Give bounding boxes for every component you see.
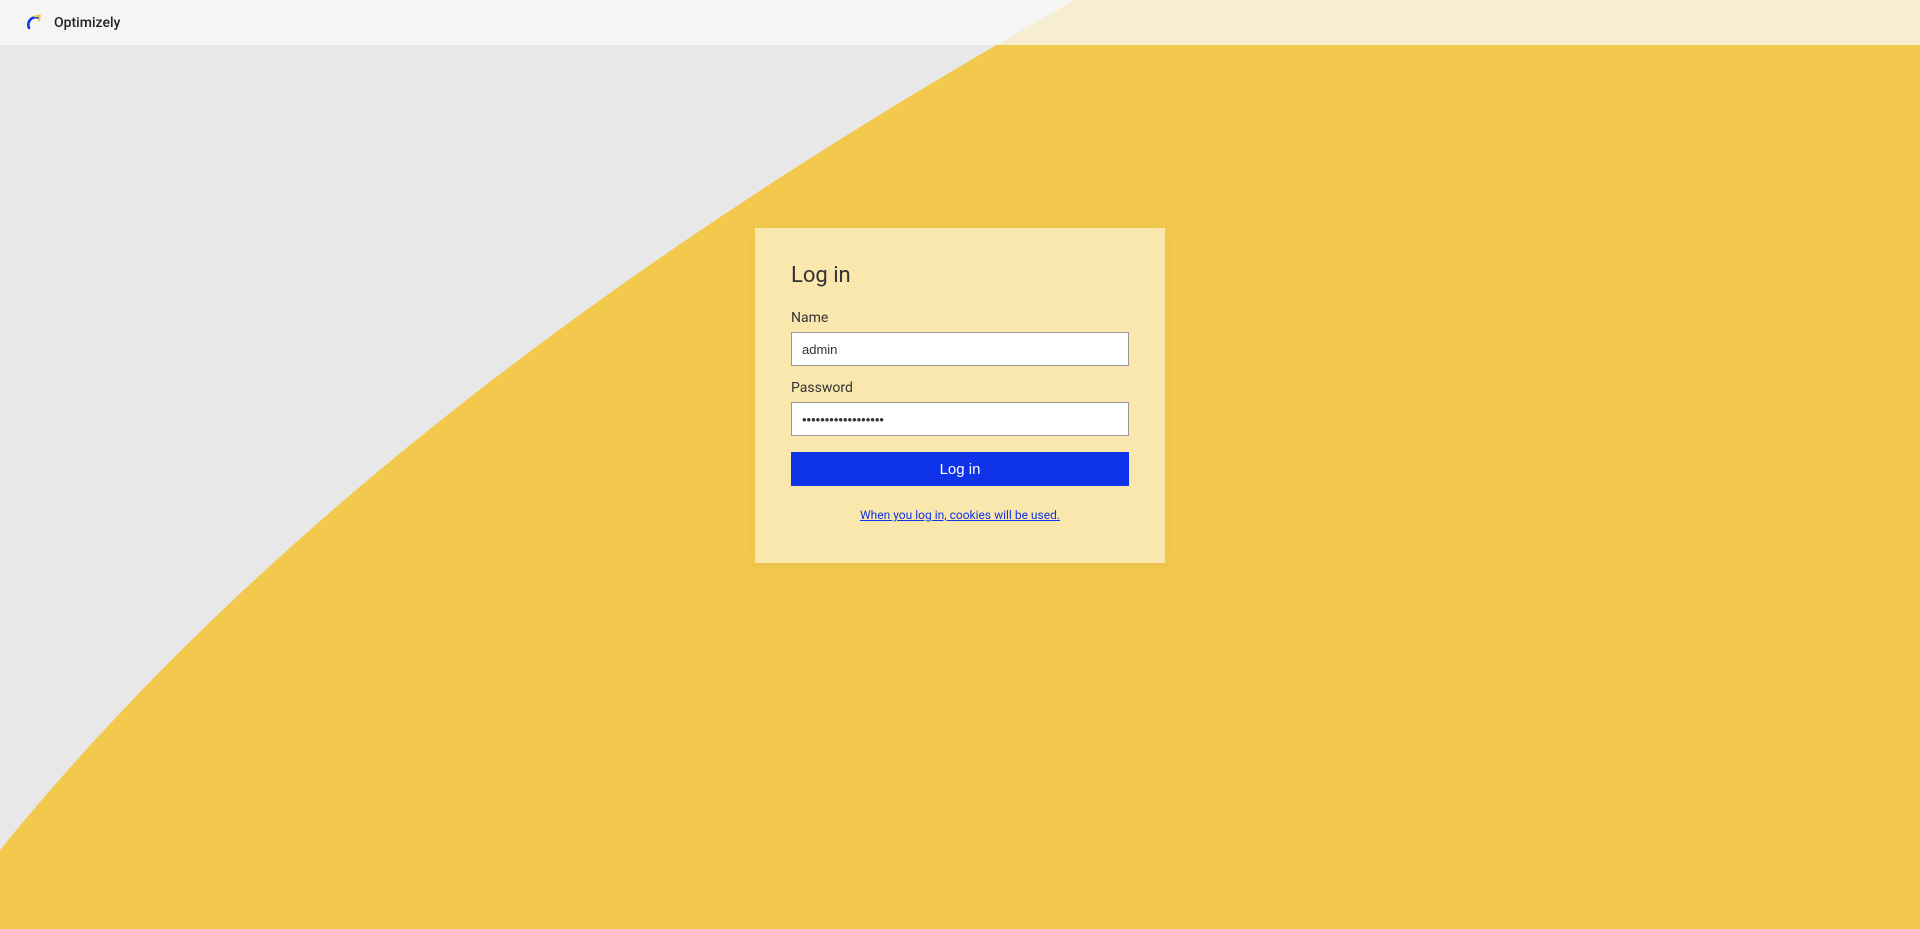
name-field-group: Name bbox=[791, 310, 1129, 366]
cookie-notice-link[interactable]: When you log in, cookies will be used. bbox=[860, 508, 1060, 522]
app-header: Optimizely bbox=[0, 0, 1920, 45]
main-content: Log in Name Password Log in When you log… bbox=[0, 45, 1920, 929]
login-title: Log in bbox=[791, 263, 1129, 288]
brand-name: Optimizely bbox=[54, 15, 120, 31]
name-input[interactable] bbox=[791, 332, 1129, 366]
brand-logo-wrap: Optimizely bbox=[24, 13, 120, 33]
login-card: Log in Name Password Log in When you log… bbox=[755, 228, 1165, 563]
login-button[interactable]: Log in bbox=[791, 452, 1129, 486]
password-field-group: Password bbox=[791, 380, 1129, 436]
password-label: Password bbox=[791, 380, 1129, 396]
optimizely-logo-icon bbox=[24, 13, 44, 33]
name-label: Name bbox=[791, 310, 1129, 326]
password-input[interactable] bbox=[791, 402, 1129, 436]
cookie-notice-wrap: When you log in, cookies will be used. bbox=[791, 504, 1129, 523]
